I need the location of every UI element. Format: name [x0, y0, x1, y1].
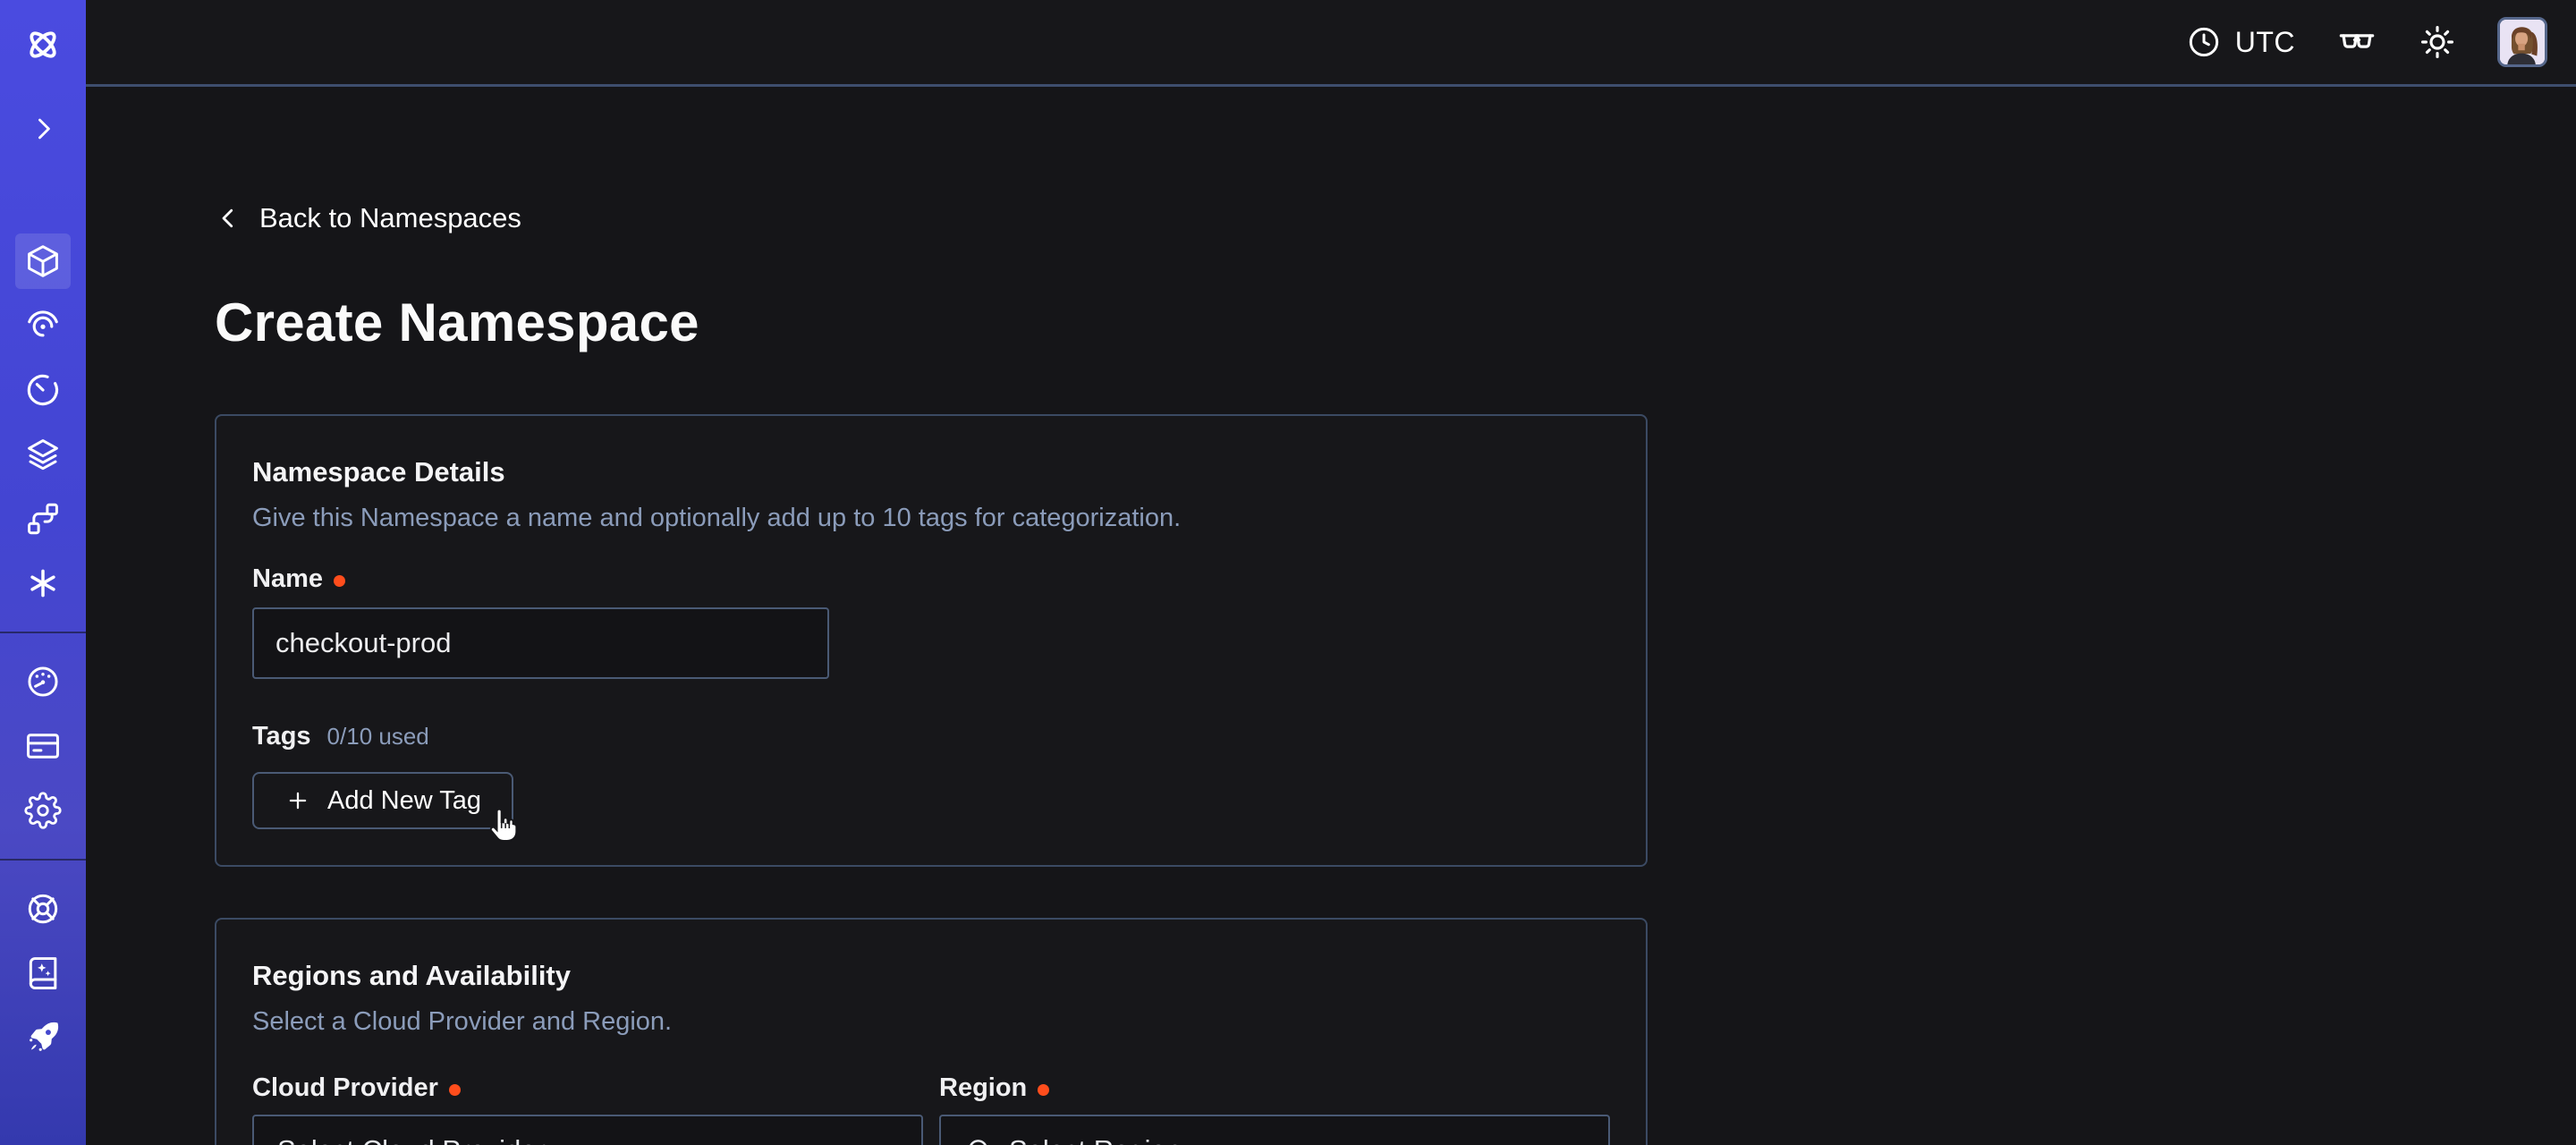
sidebar-divider [0, 632, 86, 633]
back-label: Back to Namespaces [259, 202, 521, 234]
required-dot [1038, 1084, 1049, 1096]
glasses-icon [2336, 21, 2377, 63]
sidebar-item-billing[interactable] [15, 718, 71, 774]
cloud-provider-label: Cloud Provider [252, 1073, 438, 1103]
sidebar-item-asterisk[interactable] [15, 556, 71, 611]
lifebuoy-icon [24, 890, 62, 928]
sidebar-nav-group-2 [0, 649, 86, 843]
timezone-label: UTC [2235, 26, 2295, 59]
namespace-name-input[interactable] [252, 607, 829, 679]
tags-counter: 0/10 used [327, 723, 429, 751]
card-title: Regions and Availability [252, 959, 1610, 993]
sun-icon [2419, 23, 2456, 61]
temporal-logo [22, 23, 64, 66]
spiral-icon [24, 307, 62, 344]
provider-region-grid: Cloud Provider Select Cloud Provider Reg… [252, 1072, 1610, 1145]
name-label-row: Name [252, 563, 1610, 595]
cloud-provider-field: Cloud Provider Select Cloud Provider [252, 1072, 923, 1145]
sidebar-item-spiral[interactable] [15, 298, 71, 353]
timer-icon [24, 371, 62, 409]
sidebar-item-namespaces[interactable] [15, 233, 71, 289]
sidebar-item-support[interactable] [15, 881, 71, 937]
search-icon [964, 1135, 995, 1145]
rocket-icon [24, 1019, 62, 1056]
card-title: Namespace Details [252, 455, 1610, 489]
theme-toggle-button[interactable] [2419, 23, 2456, 61]
main-content: Back to Namespaces Create Namespace Name… [86, 87, 2576, 1145]
asterisk-icon [24, 564, 62, 602]
sidebar-expand-button[interactable] [28, 107, 58, 150]
sidebar-divider [0, 859, 86, 861]
tags-label: Tags [252, 722, 311, 751]
chevron-right-icon [28, 114, 58, 144]
cloud-provider-value: Select Cloud Provider [277, 1134, 855, 1145]
gauge-icon [24, 663, 62, 700]
page-title: Create Namespace [215, 292, 2576, 353]
card-subtitle: Select a Cloud Provider and Region. [252, 1005, 1610, 1038]
cloud-provider-select[interactable]: Select Cloud Provider [252, 1115, 923, 1145]
back-to-namespaces-link[interactable]: Back to Namespaces [215, 202, 521, 234]
add-new-tag-button[interactable]: Add New Tag [252, 772, 513, 829]
regions-availability-card: Regions and Availability Select a Cloud … [215, 918, 1648, 1145]
sidebar-item-usage[interactable] [15, 654, 71, 709]
name-label: Name [252, 564, 323, 594]
timezone-widget[interactable]: UTC [2186, 24, 2295, 60]
sidebar-item-branch[interactable] [15, 491, 71, 547]
add-new-tag-label: Add New Tag [327, 786, 481, 816]
layers-icon [24, 436, 62, 473]
region-value: Select Region [1009, 1134, 1542, 1145]
sidebar-item-settings[interactable] [15, 783, 71, 838]
book-icon [24, 954, 62, 992]
chevron-left-icon [215, 205, 242, 232]
sidebar-nav-group-3 [0, 877, 86, 1070]
sidebar-item-layers[interactable] [15, 427, 71, 482]
avatar-image [2500, 20, 2545, 64]
branch-icon [24, 500, 62, 538]
region-field: Region Select Region [939, 1072, 1610, 1145]
tags-label-row: Tags 0/10 used [252, 722, 1610, 754]
sidebar [0, 0, 86, 1145]
sidebar-nav-group-1 [0, 229, 86, 615]
gear-icon [24, 792, 62, 829]
sidebar-item-getting-started[interactable] [15, 1010, 71, 1065]
plus-icon [284, 787, 311, 814]
region-label: Region [939, 1073, 1027, 1103]
required-dot [334, 575, 345, 587]
clock-icon [2186, 24, 2222, 60]
region-label-row: Region [939, 1072, 1610, 1104]
region-select[interactable]: Select Region [939, 1115, 1610, 1145]
chevron-down-icon [1556, 1136, 1585, 1145]
card-subtitle: Give this Namespace a name and optionall… [252, 502, 1610, 534]
namespace-details-card: Namespace Details Give this Namespace a … [215, 414, 1648, 867]
credit-card-icon [24, 727, 62, 765]
cube-icon [24, 242, 62, 280]
user-avatar[interactable] [2497, 17, 2547, 67]
sidebar-item-docs[interactable] [15, 946, 71, 1001]
chevron-down-icon [869, 1136, 898, 1145]
topbar: UTC [86, 0, 2576, 87]
required-dot [449, 1084, 461, 1096]
cloud-provider-label-row: Cloud Provider [252, 1072, 923, 1104]
sidebar-item-timer[interactable] [15, 362, 71, 418]
labs-toggle-button[interactable] [2336, 21, 2377, 63]
